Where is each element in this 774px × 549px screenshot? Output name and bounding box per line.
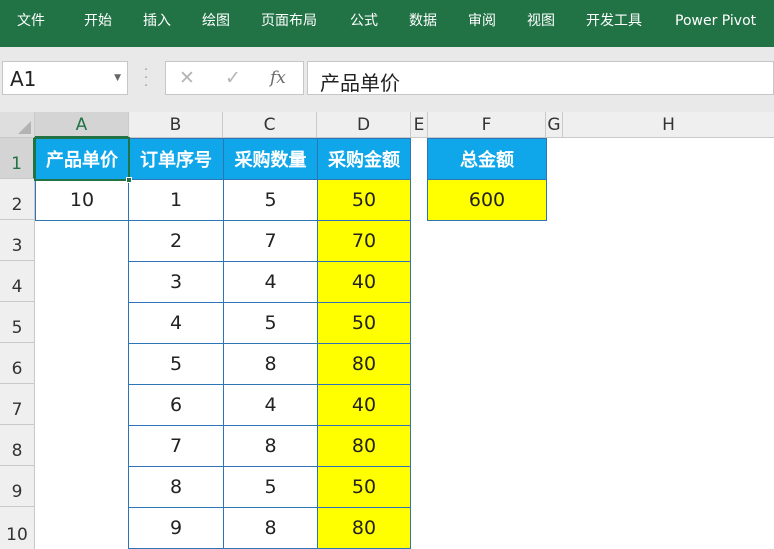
row-header-label: 4: [11, 277, 23, 297]
cell-order-number[interactable]: 3: [128, 261, 224, 303]
cell-order-number[interactable]: 4: [128, 302, 224, 344]
fill-handle[interactable]: [126, 177, 132, 183]
row-header-9[interactable]: 9: [0, 466, 35, 507]
column-header-c[interactable]: C: [223, 112, 317, 138]
cell-quantity[interactable]: 8: [223, 507, 318, 549]
cell-quantity[interactable]: 5: [223, 466, 318, 508]
formula-input[interactable]: 产品单价: [307, 61, 774, 95]
worksheet[interactable]: A B C D E F G H 1 2 3 4 5 6 7 8 9 10 产品单…: [0, 112, 774, 549]
column-header-h[interactable]: H: [563, 112, 774, 138]
grip-dots-icon[interactable]: · · ·: [144, 64, 148, 93]
cell-amount[interactable]: 40: [317, 384, 411, 426]
column-header-e[interactable]: E: [411, 112, 428, 138]
cell-amount[interactable]: 40: [317, 261, 411, 303]
row-header-8[interactable]: 8: [0, 425, 35, 466]
cell-quantity[interactable]: 8: [223, 343, 318, 385]
column-header-a[interactable]: A: [35, 112, 129, 138]
tab-view[interactable]: 视图: [527, 0, 555, 47]
cell-f2-total-value[interactable]: 600: [427, 179, 547, 221]
row-header-label: 5: [11, 318, 23, 338]
cell-order-number[interactable]: 8: [128, 466, 224, 508]
column-header-d[interactable]: D: [317, 112, 411, 138]
cell-b1-order-number-header[interactable]: 订单序号: [128, 138, 224, 180]
formula-buttons: ✕ ✓ fx: [165, 61, 304, 95]
cell-order-number[interactable]: 6: [128, 384, 224, 426]
select-all-button[interactable]: [0, 112, 35, 138]
select-all-triangle-icon: [18, 121, 31, 134]
row-header-label: 7: [11, 400, 23, 420]
cancel-icon[interactable]: ✕: [179, 67, 195, 89]
cell-amount[interactable]: 50: [317, 466, 411, 508]
cell-order-number[interactable]: 1: [128, 179, 224, 221]
row-header-label: 9: [11, 482, 23, 502]
cell-order-number[interactable]: 2: [128, 220, 224, 262]
cell-quantity[interactable]: 8: [223, 425, 318, 467]
name-box[interactable]: A1 ▼: [2, 61, 128, 95]
formula-bar-row: A1 ▼ · · · ✕ ✓ fx 产品单价: [0, 47, 774, 112]
cell-amount[interactable]: 50: [317, 302, 411, 344]
row-header-label: 10: [6, 525, 28, 545]
column-header-g[interactable]: G: [546, 112, 563, 138]
row-header-1[interactable]: 1: [0, 138, 35, 179]
cell-order-number[interactable]: 5: [128, 343, 224, 385]
cell-a2-unit-price-value[interactable]: 10: [35, 179, 129, 221]
cell-amount[interactable]: 80: [317, 425, 411, 467]
row-header-label: 6: [11, 359, 23, 379]
row-header-label: 2: [11, 195, 23, 215]
cell-amount[interactable]: 80: [317, 507, 411, 549]
name-box-value: A1: [10, 67, 37, 91]
chevron-down-icon[interactable]: ▼: [114, 73, 121, 83]
row-header-2[interactable]: 2: [0, 179, 35, 220]
row-header-7[interactable]: 7: [0, 384, 35, 425]
cell-order-number[interactable]: 7: [128, 425, 224, 467]
row-header-6[interactable]: 6: [0, 343, 35, 384]
row-header-5[interactable]: 5: [0, 302, 35, 343]
cell-quantity[interactable]: 7: [223, 220, 318, 262]
cell-quantity[interactable]: 4: [223, 384, 318, 426]
tab-file[interactable]: 文件: [17, 0, 45, 47]
tab-formulas[interactable]: 公式: [350, 0, 378, 47]
cell-c1-quantity-header[interactable]: 采购数量: [223, 138, 318, 180]
row-header-3[interactable]: 3: [0, 220, 35, 261]
row-header-label: 3: [11, 236, 23, 256]
row-header-4[interactable]: 4: [0, 261, 35, 302]
insert-function-icon[interactable]: fx: [270, 68, 286, 88]
row-header-label: 1: [11, 154, 22, 174]
tab-power-pivot[interactable]: Power Pivot: [675, 0, 756, 47]
row-header-label: 8: [11, 441, 23, 461]
cell-quantity[interactable]: 5: [223, 179, 318, 221]
row-header-10[interactable]: 10: [0, 507, 35, 549]
column-header-b[interactable]: B: [129, 112, 223, 138]
cell-order-number[interactable]: 9: [128, 507, 224, 549]
column-header-f[interactable]: F: [428, 112, 546, 138]
tab-developer[interactable]: 开发工具: [586, 0, 642, 47]
cell-f1-total-header[interactable]: 总金额: [427, 138, 547, 180]
cell-amount[interactable]: 50: [317, 179, 411, 221]
tab-page-layout[interactable]: 页面布局: [261, 0, 317, 47]
cell-quantity[interactable]: 5: [223, 302, 318, 344]
tab-review[interactable]: 审阅: [468, 0, 496, 47]
tab-draw[interactable]: 绘图: [202, 0, 230, 47]
tab-home[interactable]: 开始: [84, 0, 112, 47]
active-cell-selection: [34, 137, 130, 181]
enter-check-icon[interactable]: ✓: [225, 67, 241, 89]
cell-quantity[interactable]: 4: [223, 261, 318, 303]
cell-amount[interactable]: 70: [317, 220, 411, 262]
ribbon-tab-bar: 文件 开始 插入 绘图 页面布局 公式 数据 审阅 视图 开发工具 Power …: [0, 0, 774, 47]
formula-input-value: 产品单价: [320, 71, 400, 95]
tab-insert[interactable]: 插入: [143, 0, 171, 47]
tab-data[interactable]: 数据: [409, 0, 437, 47]
cell-amount[interactable]: 80: [317, 343, 411, 385]
cell-d1-amount-header[interactable]: 采购金额: [317, 138, 411, 180]
